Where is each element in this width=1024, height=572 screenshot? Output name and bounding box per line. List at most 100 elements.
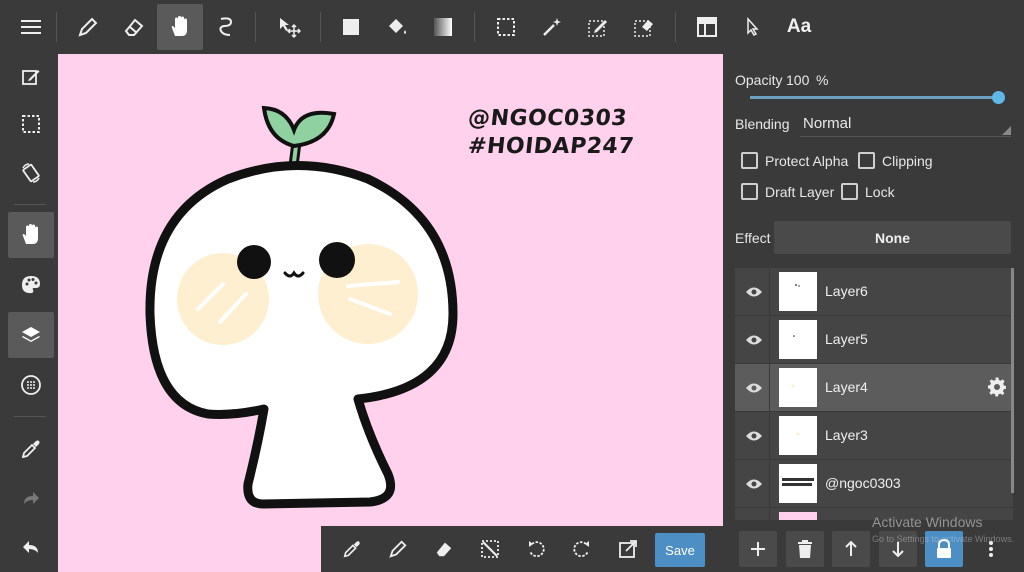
layer-row-layer3[interactable]: Layer3 (735, 412, 1013, 459)
eyedropper-icon (21, 440, 40, 459)
visibility-toggle[interactable] (744, 378, 764, 398)
layer-thumbnail (779, 368, 817, 407)
pen-tool-button[interactable] (65, 4, 111, 50)
select-pen-tool-button[interactable] (575, 4, 621, 50)
eye-icon (746, 431, 762, 441)
external-link-icon (619, 540, 637, 558)
bottom-pen-button[interactable] (379, 530, 417, 568)
save-button[interactable]: Save (655, 533, 705, 567)
lasso-icon (219, 17, 233, 36)
text-tool-label: Aa (786, 16, 812, 37)
deselect-icon (481, 540, 499, 558)
arrow-up-icon (845, 541, 857, 556)
rotate-canvas-button[interactable] (8, 150, 54, 196)
undo-button[interactable] (8, 524, 54, 570)
dropdown-corner-icon (1002, 126, 1011, 135)
opacity-value: 100 (786, 72, 810, 88)
add-layer-button[interactable] (739, 531, 777, 567)
deselect-button[interactable] (471, 530, 509, 568)
blending-underline (800, 136, 1011, 137)
eyedropper-button[interactable] (8, 426, 54, 472)
move-layer-up-button[interactable] (832, 531, 870, 567)
redo-icon (24, 492, 39, 504)
rotate-left-icon (529, 541, 545, 558)
blending-select[interactable]: Normal (803, 115, 851, 132)
layout-tool-button[interactable] (684, 4, 730, 50)
select-eraser-tool-button[interactable] (621, 4, 667, 50)
bottom-eyedropper-button[interactable] (333, 530, 371, 568)
layer-thumbnail (779, 464, 817, 503)
selection-button[interactable] (8, 101, 54, 147)
drawing-canvas[interactable]: @NGOC0303 #HOIDAP247 (58, 54, 723, 572)
hand-button[interactable] (8, 212, 54, 258)
move-icon (280, 18, 301, 39)
opacity-slider[interactable] (750, 96, 1000, 99)
layer-list-scrollbar[interactable] (1011, 268, 1014, 493)
layer-name: Layer6 (825, 283, 868, 299)
protect-alpha-label: Protect Alpha (765, 153, 849, 169)
clipping-checkbox[interactable] (858, 152, 875, 169)
opacity-slider-knob[interactable] (992, 91, 1005, 104)
redo-button[interactable] (8, 475, 54, 521)
move-tool-button[interactable] (266, 4, 312, 50)
effect-select-button[interactable]: None (774, 221, 1011, 254)
opacity-unit: % (816, 72, 829, 88)
menu-button[interactable] (8, 4, 54, 50)
delete-layer-button[interactable] (786, 531, 824, 567)
effect-label: Effect (735, 230, 771, 246)
lasso-tool-button[interactable] (203, 4, 249, 50)
visibility-toggle[interactable] (744, 474, 764, 494)
palette-button[interactable] (8, 262, 54, 308)
gear-icon (987, 377, 1006, 397)
export-button[interactable] (609, 530, 647, 568)
draft-layer-checkbox[interactable] (741, 183, 758, 200)
layer-row-layer5[interactable]: Layer5 (735, 316, 1013, 363)
bottom-toolbar: Save (321, 526, 723, 572)
pen-icon (389, 540, 407, 558)
layer-name: @ngoc0303 (825, 475, 901, 491)
layers-button[interactable] (8, 312, 54, 358)
bucket-tool-button[interactable] (374, 4, 420, 50)
layer-row-layer4[interactable]: Layer4 (735, 364, 1013, 411)
hand-icon (171, 16, 187, 36)
clipping-label: Clipping (882, 153, 933, 169)
canvas-caption-hashtag: #HOIDAP247 (466, 134, 636, 159)
pointer-tool-button[interactable] (730, 4, 776, 50)
windows-activation-subtitle: Go to Settings to activate Windows. (872, 534, 1015, 544)
visibility-toggle[interactable] (744, 426, 764, 446)
protect-alpha-checkbox[interactable] (741, 152, 758, 169)
layer-thumbnail (779, 512, 817, 520)
layer-row-layer6[interactable]: Layer6 (735, 268, 1013, 315)
layout-icon (697, 17, 717, 37)
plus-icon (751, 542, 765, 556)
rotate-left-button[interactable] (517, 530, 555, 568)
select-rect-tool-button[interactable] (483, 4, 529, 50)
rotate-right-icon (573, 541, 589, 558)
bottom-eraser-button[interactable] (425, 530, 463, 568)
rotate-right-button[interactable] (563, 530, 601, 568)
edit-button[interactable] (8, 54, 54, 100)
eyedropper-icon (343, 541, 360, 558)
gradient-tool-button[interactable] (420, 4, 466, 50)
text-tool-button[interactable]: Aa (776, 4, 822, 50)
dotted-select-icon (497, 18, 515, 36)
layer-thumbnail (779, 320, 817, 359)
eye-icon (746, 335, 762, 345)
layer-settings-button[interactable] (987, 377, 1007, 397)
magic-wand-tool-button[interactable] (529, 4, 575, 50)
lock-checkbox[interactable] (841, 183, 858, 200)
fill-rect-tool-button[interactable] (328, 4, 374, 50)
gradient-icon (434, 18, 452, 36)
visibility-toggle[interactable] (744, 330, 764, 350)
visibility-toggle[interactable] (744, 282, 764, 302)
layer-name: Layer4 (825, 379, 868, 395)
layer-row-ngoc0303[interactable]: @ngoc0303 (735, 460, 1013, 507)
eraser-tool-button[interactable] (111, 4, 157, 50)
grid-button[interactable] (8, 362, 54, 408)
hand-tool-button[interactable] (157, 4, 203, 50)
selection-icon (22, 115, 40, 133)
opacity-label: Opacity (735, 72, 783, 88)
top-toolbar: Aa (0, 0, 1024, 54)
left-toolbar (0, 54, 58, 572)
lock-label: Lock (865, 184, 895, 200)
